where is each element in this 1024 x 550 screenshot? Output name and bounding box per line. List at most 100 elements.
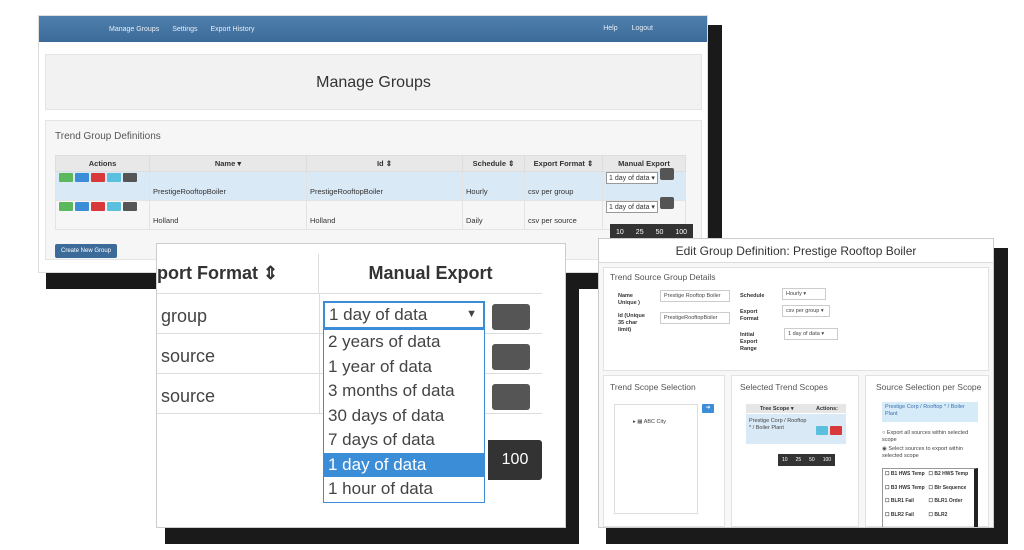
col-tree-scope[interactable]: Tree Scope ▾ [760,406,794,413]
chevron-down-icon: ▼ [466,308,477,320]
down-icon[interactable] [816,426,828,435]
option-3-months[interactable]: 3 months of data [324,379,484,404]
table-row[interactable]: Holland Holland Daily csv per source 1 d… [55,197,686,230]
radio-export-all[interactable]: ○ Export all sources within selected sco… [882,430,982,444]
list-icon[interactable] [107,173,121,182]
page-size-100[interactable]: 100 [818,454,836,466]
id-label: Id (Unique 35 char limit) [618,313,645,333]
export-icon[interactable] [492,384,530,410]
delete-icon[interactable] [91,202,105,211]
export-icon[interactable] [659,197,674,209]
selected-title: Selected Trend Scopes [740,382,828,392]
row-format: csv per group [524,171,603,201]
edit-icon[interactable] [75,173,89,182]
page-title: Manage Groups [45,54,702,110]
export-range-select[interactable]: 1 day of data ▼ [323,301,485,329]
manage-groups-screenshot: Manage Groups Settings Export History He… [38,15,708,273]
export-range-options: 2 years of data 1 year of data 3 months … [323,329,485,503]
row-schedule: Daily [462,200,525,230]
nav-logout[interactable]: Logout [632,25,653,32]
source-section: Source Selection per Scope Prestige Corp… [865,375,989,527]
range-label: Initial Export Range [740,332,758,352]
col-actions: Actions [55,155,150,172]
radio-select-sources[interactable]: ◉ Select sources to export within select… [882,446,982,460]
row-id: PrestigeRooftopBoiler [306,171,463,201]
nav-help[interactable]: Help [603,25,617,32]
option-1-hour[interactable]: 1 hour of data [324,477,484,502]
top-nav: Manage Groups Settings Export History He… [39,16,707,42]
export-icon[interactable] [492,344,530,370]
option-1-year[interactable]: 1 year of data [324,355,484,380]
col-export-format[interactable]: Export Format ⇕ [524,155,603,172]
details-title: Trend Source Group Details [610,272,716,282]
create-new-group-button[interactable]: Create New Group [55,244,118,258]
delete-icon[interactable] [830,426,842,435]
groups-table: Actions Name ▾ Id ⇕ Schedule ⇕ Export Fo… [55,155,686,230]
source-item[interactable]: ☐ B2 HWS Temp [929,471,973,485]
panel-title: Trend Group Definitions [55,131,161,142]
tree-item[interactable]: ▸ ▦ ABC City [633,419,666,425]
source-item[interactable]: ☐ Blr Sequence [929,485,973,499]
pagination: 10 25 50 100 [778,454,836,466]
page-size-10[interactable]: 10 [778,454,792,466]
scope-section: Trend Scope Selection ▸ ▦ ABC City ➜ [603,375,725,527]
source-list: ☐ B1 HWS Temp ☐ B2 HWS Temp ☐ B3 HWS Tem… [882,468,978,527]
col-export-format[interactable]: port Format ⇕ [157,254,319,294]
add-scope-button[interactable]: ➜ [702,404,714,413]
option-30-days[interactable]: 30 days of data [324,404,484,429]
col-actions: Actions: [816,406,838,412]
source-item[interactable]: ☐ B3 HWS Temp [885,485,929,499]
row-name: Holland [149,200,307,230]
nav-manage-groups[interactable]: Manage Groups [109,26,159,33]
col-manual-export: Manual Export [319,254,542,294]
row-schedule: Hourly [462,171,525,201]
delete-icon[interactable] [91,173,105,182]
source-item[interactable]: ☐ BLR1 Order [929,498,973,512]
col-schedule[interactable]: Schedule ⇕ [462,155,525,172]
export-icon[interactable] [492,304,530,330]
export-icon[interactable] [659,168,674,180]
option-7-days[interactable]: 7 days of data [324,428,484,453]
chart-icon[interactable] [59,173,73,182]
schedule-label: Schedule [740,293,765,299]
range-select[interactable]: 1 day of data ▾ [784,328,838,340]
excel-icon[interactable] [123,202,137,211]
nav-settings[interactable]: Settings [172,26,197,33]
page-size-25[interactable]: 25 [791,454,806,466]
edit-icon[interactable] [75,202,89,211]
format-label: Export Format [740,309,759,322]
edit-title: Edit Group Definition: Prestige Rooftop … [599,239,993,263]
selected-scopes-section: Selected Trend Scopes Tree Scope ▾ Actio… [731,375,859,527]
col-id[interactable]: Id ⇕ [306,155,463,172]
option-1-day[interactable]: 1 day of data [324,452,484,477]
name-label: Name Unique ) [618,293,640,306]
source-item[interactable]: ☐ B1 HWS Temp [885,471,929,485]
nav-export-history[interactable]: Export History [211,26,255,33]
scope-value: Prestige Corp / Rooftop * / Boiler Plant [749,418,807,431]
source-item[interactable]: ☐ BLR1 Fail [885,498,929,512]
scope-tree: ▸ ▦ ABC City [614,404,698,514]
page-size-50[interactable]: 50 [805,454,819,466]
source-item[interactable]: ☐ BLR2 [929,512,973,526]
name-field[interactable]: Prestige Rooftop Boiler [660,290,730,302]
id-field[interactable]: PrestigeRooftopBoiler [660,312,730,324]
row-format: csv per source [524,200,603,230]
edit-group-screenshot: Edit Group Definition: Prestige Rooftop … [598,238,994,528]
export-range-select[interactable]: 1 day of data ▾ [606,172,658,184]
page-size-100[interactable]: 100 [488,440,542,480]
row-name: PrestigeRooftopBoiler [149,171,307,201]
option-2-years[interactable]: 2 years of data [324,330,484,355]
list-icon[interactable] [107,202,121,211]
export-range-select[interactable]: 1 day of data ▾ [606,201,658,213]
export-dropdown-zoom: port Format ⇕ Manual Export group source… [156,243,566,528]
schedule-select[interactable]: Hourly ▾ [782,288,826,300]
source-title: Source Selection per Scope [876,382,982,392]
row-id: Holland [306,200,463,230]
scope-box: Prestige Corp / Rooftop * / Boiler Plant [882,402,978,422]
chart-icon[interactable] [59,202,73,211]
format-select[interactable]: csv per group ▾ [782,305,830,317]
col-name[interactable]: Name ▾ [149,155,307,172]
source-item[interactable]: ☐ BLR2 Fail [885,512,929,526]
excel-icon[interactable] [123,173,137,182]
table-row[interactable]: PrestigeRooftopBoiler PrestigeRooftopBoi… [55,168,686,201]
